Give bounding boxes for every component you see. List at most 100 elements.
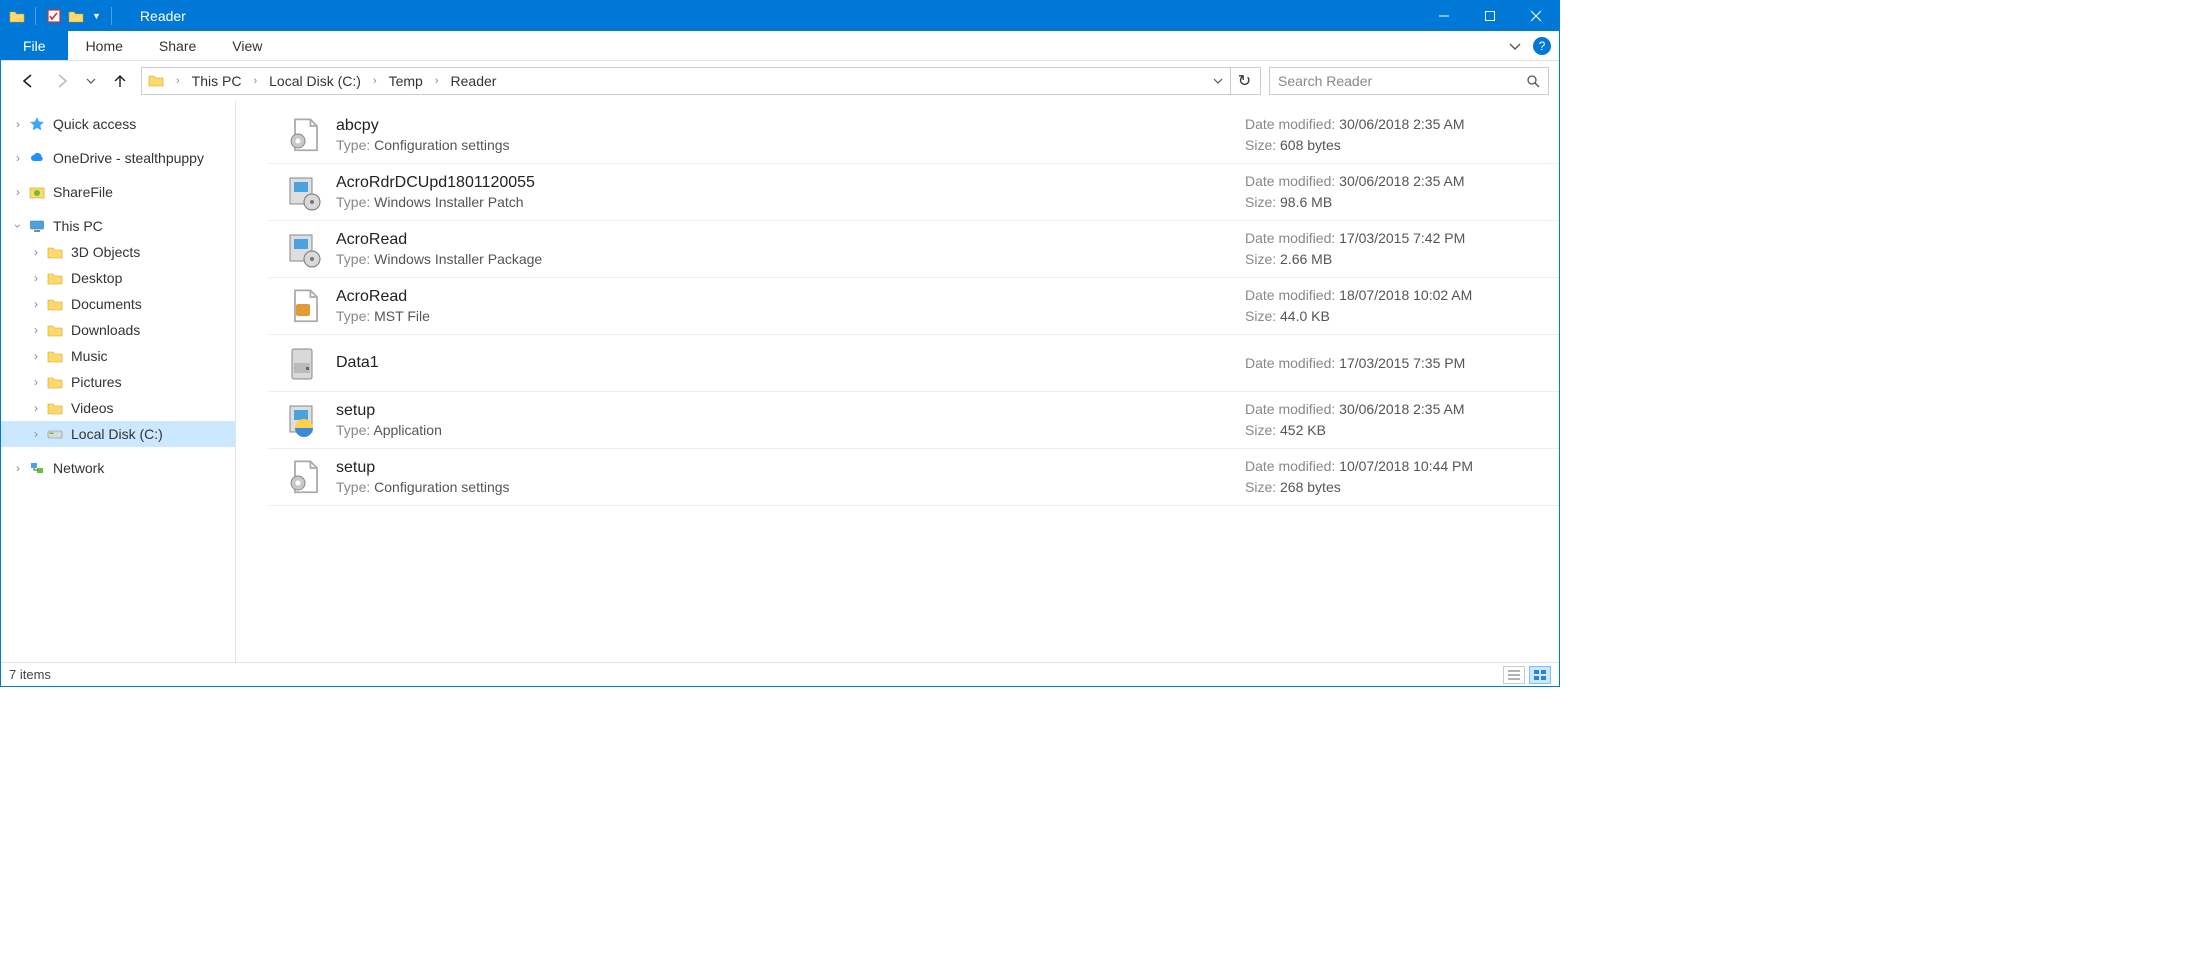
tree-item[interactable]: › 3D Objects: [1, 239, 235, 265]
ribbon-tab-file[interactable]: File: [1, 31, 68, 60]
file-row[interactable]: AcroRdrDCUpd1801120055Type: Windows Inst…: [268, 164, 1559, 221]
chevron-right-icon[interactable]: ›: [29, 245, 43, 259]
titlebar-folder-icon: [9, 8, 25, 24]
view-tiles-button[interactable]: [1529, 666, 1551, 684]
chevron-right-icon[interactable]: ›: [29, 297, 43, 311]
size-label: Size:: [1245, 194, 1280, 210]
file-row[interactable]: AcroReadType: Windows Installer PackageD…: [268, 221, 1559, 278]
back-button[interactable]: [15, 68, 41, 94]
folder-icon: [47, 348, 67, 364]
breadcrumb-local-disk[interactable]: Local Disk (C:): [267, 73, 363, 89]
qat-properties-icon[interactable]: [46, 8, 62, 24]
file-type: Configuration settings: [374, 479, 509, 495]
file-icon: [282, 398, 326, 442]
minimize-button[interactable]: [1421, 1, 1467, 31]
size-label: Size:: [1245, 479, 1280, 495]
ribbon-collapse-icon[interactable]: [1507, 38, 1523, 54]
tree-network[interactable]: › Network: [1, 455, 235, 481]
chevron-right-icon[interactable]: ›: [11, 185, 25, 199]
network-icon: [29, 460, 49, 476]
search-box[interactable]: Search Reader: [1269, 67, 1549, 95]
date-modified-label: Date modified:: [1245, 173, 1339, 189]
chevron-down-icon[interactable]: ›: [11, 219, 25, 233]
address-history-icon[interactable]: [1206, 75, 1230, 87]
folder-icon: [47, 426, 67, 442]
file-size: 98.6 MB: [1280, 194, 1332, 210]
file-name: AcroRead: [336, 288, 1245, 306]
file-size: 608 bytes: [1280, 137, 1341, 153]
file-row[interactable]: setupType: Configuration settingsDate mo…: [268, 449, 1559, 506]
search-icon[interactable]: [1526, 74, 1540, 88]
chevron-right-icon[interactable]: ›: [29, 349, 43, 363]
chevron-right-icon[interactable]: ›: [11, 151, 25, 165]
tree-label: 3D Objects: [71, 244, 140, 260]
chevron-right-icon[interactable]: ›: [247, 75, 263, 87]
ribbon-tab-share[interactable]: Share: [141, 31, 214, 60]
tree-item[interactable]: ›Local Disk (C:): [1, 421, 235, 447]
tree-label: This PC: [53, 218, 103, 234]
tree-item[interactable]: › Music: [1, 343, 235, 369]
ribbon-tab-home[interactable]: Home: [68, 31, 141, 60]
chevron-right-icon[interactable]: ›: [11, 461, 25, 475]
recent-locations-icon[interactable]: [85, 75, 97, 87]
chevron-right-icon[interactable]: ›: [11, 117, 25, 131]
maximize-button[interactable]: [1467, 1, 1513, 31]
breadcrumb-temp[interactable]: Temp: [387, 73, 425, 89]
file-row[interactable]: AcroReadType: MST FileDate modified: 18/…: [268, 278, 1559, 335]
qat-dropdown-icon[interactable]: ▼: [92, 11, 101, 21]
file-icon: [282, 455, 326, 499]
tree-label: Music: [71, 348, 108, 364]
chevron-right-icon[interactable]: ›: [29, 375, 43, 389]
tree-item[interactable]: › Documents: [1, 291, 235, 317]
chevron-right-icon[interactable]: ›: [29, 271, 43, 285]
breadcrumb-this-pc[interactable]: This PC: [190, 73, 244, 89]
chevron-right-icon[interactable]: ›: [29, 323, 43, 337]
tree-sharefile[interactable]: › ShareFile: [1, 179, 235, 205]
file-list[interactable]: abcpyType: Configuration settingsDate mo…: [236, 101, 1559, 662]
title-bar[interactable]: ▼ Reader: [1, 1, 1559, 31]
tree-quick-access[interactable]: › Quick access: [1, 111, 235, 137]
date-modified-label: Date modified:: [1245, 287, 1339, 303]
file-row[interactable]: setupType: ApplicationDate modified: 30/…: [268, 392, 1559, 449]
file-name: Data1: [336, 354, 1245, 372]
tree-label: Documents: [71, 296, 142, 312]
chevron-right-icon[interactable]: ›: [29, 427, 43, 441]
explorer-window: ▼ Reader File Home Share View ? › This P…: [0, 0, 1560, 687]
tree-this-pc[interactable]: › This PC: [1, 213, 235, 239]
forward-button[interactable]: [49, 68, 75, 94]
ribbon-tab-view[interactable]: View: [214, 31, 280, 60]
refresh-button[interactable]: ↻: [1230, 68, 1258, 94]
tree-label: OneDrive - stealthpuppy: [53, 150, 204, 166]
file-row[interactable]: abcpyType: Configuration settingsDate mo…: [268, 107, 1559, 164]
tree-item[interactable]: › Videos: [1, 395, 235, 421]
sharefile-icon: [29, 184, 49, 200]
file-type: Configuration settings: [374, 137, 509, 153]
view-details-button[interactable]: [1503, 666, 1525, 684]
file-row[interactable]: Data1Date modified: 17/03/2015 7:35 PM: [268, 335, 1559, 392]
breadcrumb-reader[interactable]: Reader: [449, 73, 499, 89]
ribbon: File Home Share View ?: [1, 31, 1559, 61]
tree-onedrive[interactable]: › OneDrive - stealthpuppy: [1, 145, 235, 171]
file-name: setup: [336, 402, 1245, 420]
folder-icon: [47, 296, 67, 312]
qat-newfolder-icon[interactable]: [68, 8, 84, 24]
tree-label: Desktop: [71, 270, 122, 286]
address-bar[interactable]: › This PC › Local Disk (C:) › Temp › Rea…: [141, 67, 1261, 95]
tree-label: Videos: [71, 400, 114, 416]
chevron-right-icon[interactable]: ›: [367, 75, 383, 87]
chevron-right-icon[interactable]: ›: [429, 75, 445, 87]
help-icon[interactable]: ?: [1533, 37, 1551, 55]
date-modified-label: Date modified:: [1245, 116, 1339, 132]
chevron-right-icon[interactable]: ›: [29, 401, 43, 415]
type-label: Type:: [336, 194, 374, 210]
tree-label: Downloads: [71, 322, 140, 338]
separator: [35, 7, 36, 25]
up-button[interactable]: [107, 68, 133, 94]
tree-item[interactable]: › Desktop: [1, 265, 235, 291]
chevron-right-icon[interactable]: ›: [170, 75, 186, 87]
tree-item[interactable]: › Downloads: [1, 317, 235, 343]
tree-item[interactable]: ›Pictures: [1, 369, 235, 395]
folder-icon: [47, 322, 67, 338]
close-button[interactable]: [1513, 1, 1559, 31]
type-label: Type:: [336, 422, 373, 438]
